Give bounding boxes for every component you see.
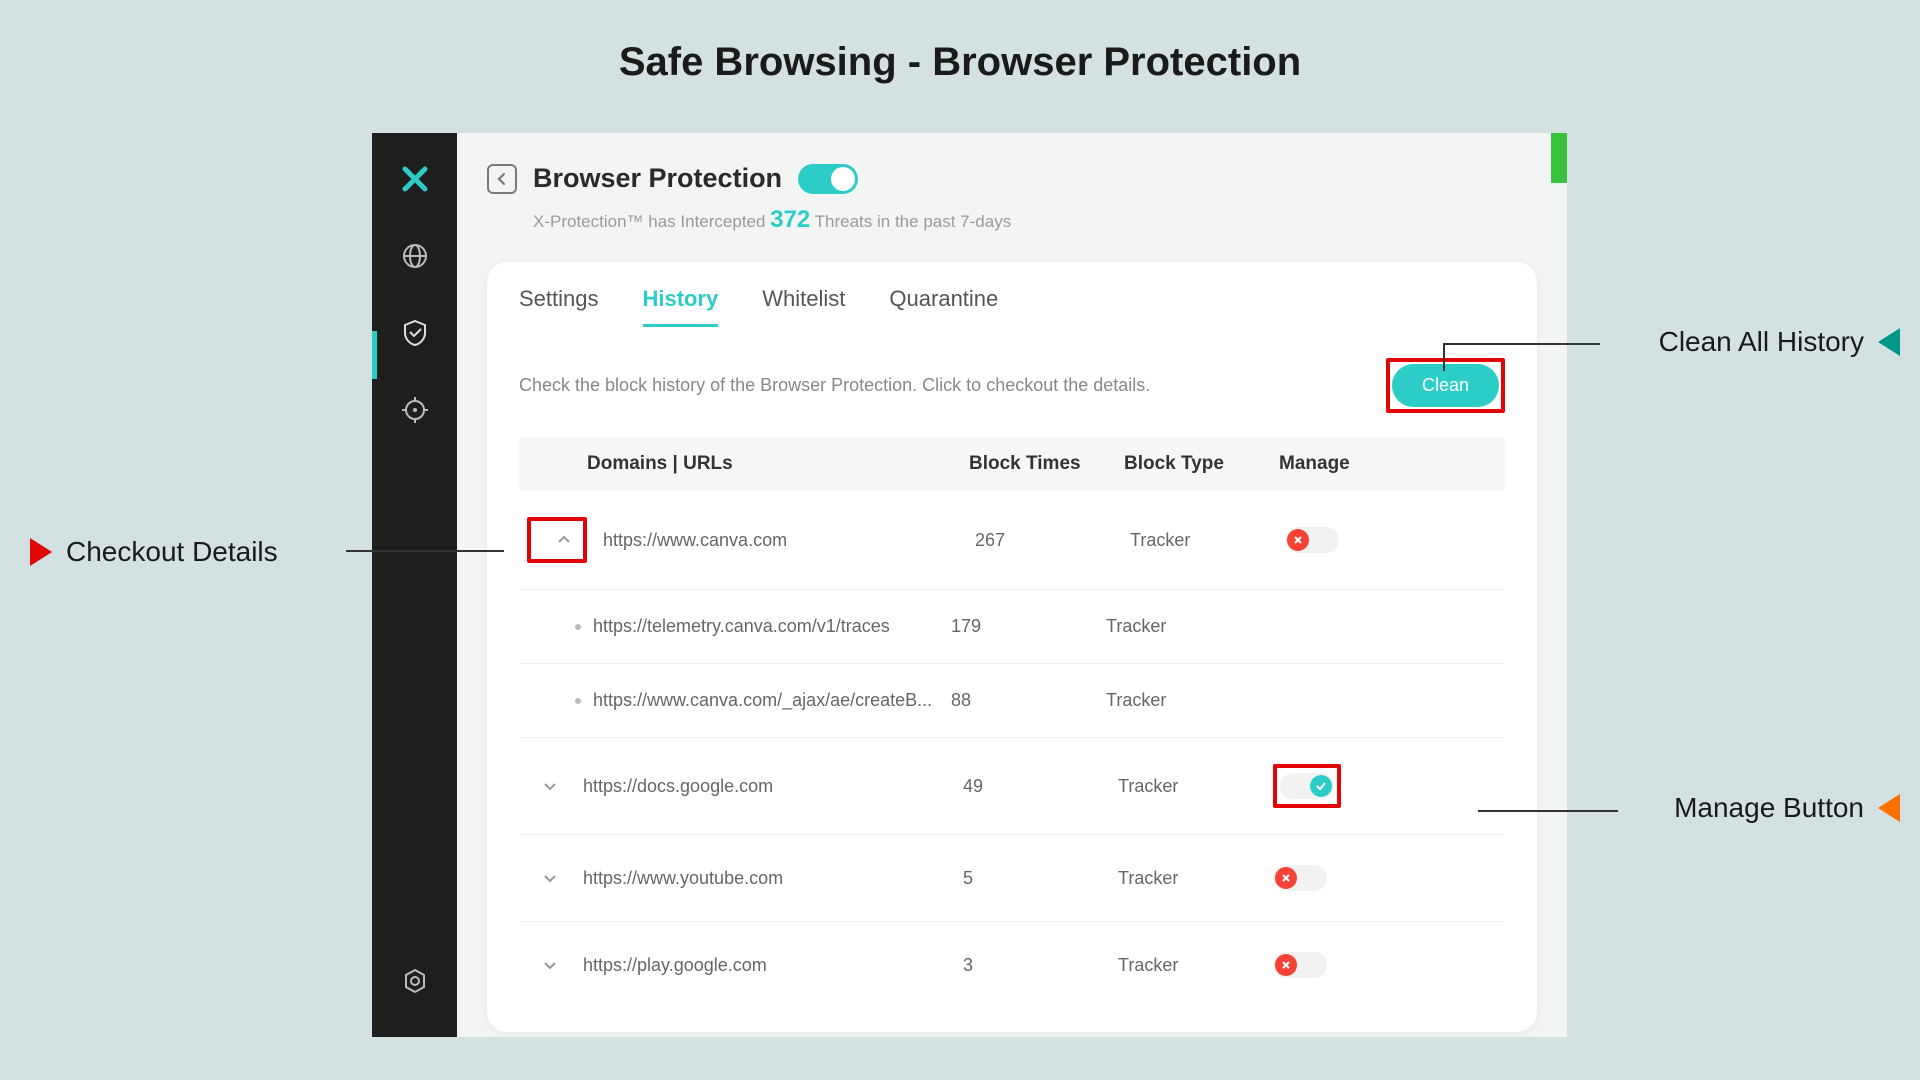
expand-button[interactable] bbox=[533, 948, 567, 982]
expand-button[interactable] bbox=[533, 861, 567, 895]
row-times: 88 bbox=[951, 690, 1106, 711]
callout-text: Checkout Details bbox=[66, 536, 278, 568]
tab-history[interactable]: History bbox=[643, 286, 719, 327]
clean-button[interactable]: Clean bbox=[1392, 364, 1499, 407]
subtitle: X-Protection™ has Intercepted 372 Threat… bbox=[533, 206, 1537, 234]
subtitle-prefix: X-Protection™ bbox=[533, 212, 648, 231]
header-row: Browser Protection bbox=[487, 163, 1537, 194]
triangle-left-icon bbox=[1878, 794, 1900, 822]
app-logo-icon bbox=[399, 163, 431, 195]
page-title: Safe Browsing - Browser Protection bbox=[619, 40, 1301, 85]
table-row: https://www.canva.com 267 Tracker bbox=[519, 491, 1505, 590]
row-type: Tracker bbox=[1106, 690, 1261, 711]
row-manage bbox=[1285, 527, 1505, 553]
tab-whitelist[interactable]: Whitelist bbox=[762, 286, 845, 327]
row-type: Tracker bbox=[1106, 616, 1261, 637]
protection-toggle[interactable] bbox=[798, 164, 858, 194]
row-url: https://www.youtube.com bbox=[583, 868, 963, 889]
callout-checkout-details: Checkout Details bbox=[30, 536, 278, 568]
expand-highlight bbox=[527, 517, 587, 563]
switch-knob-off-icon bbox=[1275, 867, 1297, 889]
row-url: https://telemetry.canva.com/v1/traces bbox=[593, 616, 951, 637]
switch-knob-on-icon bbox=[1310, 775, 1332, 797]
row-times: 5 bbox=[963, 868, 1118, 889]
row-manage bbox=[1273, 952, 1505, 978]
row-manage bbox=[1273, 764, 1505, 808]
table-row: https://play.google.com 3 Tracker bbox=[519, 922, 1505, 1008]
callout-text: Manage Button bbox=[1674, 792, 1864, 824]
tab-row: Settings History Whitelist Quarantine bbox=[519, 286, 1505, 328]
row-manage bbox=[1273, 865, 1505, 891]
callout-manage-button: Manage Button bbox=[1674, 792, 1900, 824]
table-header: Domains | URLs Block Times Block Type Ma… bbox=[519, 437, 1505, 491]
instruction-row: Check the block history of the Browser P… bbox=[519, 358, 1505, 413]
annotation-line bbox=[346, 550, 504, 552]
annotation-line bbox=[1478, 810, 1618, 812]
manage-toggle[interactable] bbox=[1285, 527, 1339, 553]
table-row: https://telemetry.canva.com/v1/traces 17… bbox=[519, 590, 1505, 664]
subtitle-mid: has Intercepted bbox=[648, 212, 770, 231]
main-content: Browser Protection X-Protection™ has Int… bbox=[457, 133, 1567, 1037]
sidebar-active-indicator bbox=[372, 331, 377, 379]
row-times: 267 bbox=[975, 530, 1130, 551]
row-times: 179 bbox=[951, 616, 1106, 637]
table-row: https://docs.google.com 49 Tracker bbox=[519, 738, 1505, 835]
manage-toggle[interactable] bbox=[1280, 773, 1334, 799]
sidebar-item-protection[interactable] bbox=[399, 317, 431, 349]
switch-knob-off-icon bbox=[1287, 529, 1309, 551]
row-url: https://www.canva.com/_ajax/ae/createB..… bbox=[593, 690, 951, 711]
row-url: https://play.google.com bbox=[583, 955, 963, 976]
callout-clean-all: Clean All History bbox=[1659, 326, 1900, 358]
col-times: Block Times bbox=[969, 453, 1124, 475]
col-manage: Manage bbox=[1279, 453, 1505, 475]
tab-settings[interactable]: Settings bbox=[519, 286, 599, 327]
switch-knob-off-icon bbox=[1275, 954, 1297, 976]
row-times: 49 bbox=[963, 776, 1118, 797]
col-domain: Domains | URLs bbox=[519, 453, 969, 475]
row-type: Tracker bbox=[1118, 776, 1273, 797]
triangle-left-icon bbox=[1878, 328, 1900, 356]
bullet-icon bbox=[575, 624, 581, 630]
sidebar-item-web[interactable] bbox=[399, 240, 431, 272]
instruction-text: Check the block history of the Browser P… bbox=[519, 375, 1150, 396]
manage-switch-highlight bbox=[1273, 764, 1341, 808]
sidebar bbox=[372, 133, 457, 1037]
toggle-thumb bbox=[831, 167, 855, 191]
expand-button[interactable] bbox=[533, 769, 567, 803]
annotation-line bbox=[1443, 343, 1600, 345]
row-url: https://www.canva.com bbox=[603, 530, 975, 551]
row-times: 3 bbox=[963, 955, 1118, 976]
sidebar-item-settings[interactable] bbox=[399, 965, 431, 997]
threat-count: 372 bbox=[770, 206, 810, 233]
table-row: https://www.youtube.com 5 Tracker bbox=[519, 835, 1505, 922]
back-button[interactable] bbox=[487, 164, 517, 194]
bullet-icon bbox=[575, 698, 581, 704]
app-window: Browser Protection X-Protection™ has Int… bbox=[372, 133, 1567, 1037]
tab-quarantine[interactable]: Quarantine bbox=[889, 286, 998, 327]
triangle-right-icon bbox=[30, 538, 52, 566]
callout-text: Clean All History bbox=[1659, 326, 1864, 358]
row-type: Tracker bbox=[1118, 868, 1273, 889]
clean-button-highlight: Clean bbox=[1386, 358, 1505, 413]
row-type: Tracker bbox=[1118, 955, 1273, 976]
row-url: https://docs.google.com bbox=[583, 776, 963, 797]
content-card: Settings History Whitelist Quarantine Ch… bbox=[487, 262, 1537, 1032]
manage-toggle[interactable] bbox=[1273, 865, 1327, 891]
header-title: Browser Protection bbox=[533, 163, 782, 194]
manage-toggle[interactable] bbox=[1273, 952, 1327, 978]
row-type: Tracker bbox=[1130, 530, 1285, 551]
annotation-line bbox=[1443, 343, 1445, 371]
expand-button[interactable] bbox=[547, 523, 581, 557]
col-type: Block Type bbox=[1124, 453, 1279, 475]
table-row: https://www.canva.com/_ajax/ae/createB..… bbox=[519, 664, 1505, 738]
subtitle-suffix: Threats in the past 7-days bbox=[810, 212, 1011, 231]
sidebar-item-target[interactable] bbox=[399, 394, 431, 426]
